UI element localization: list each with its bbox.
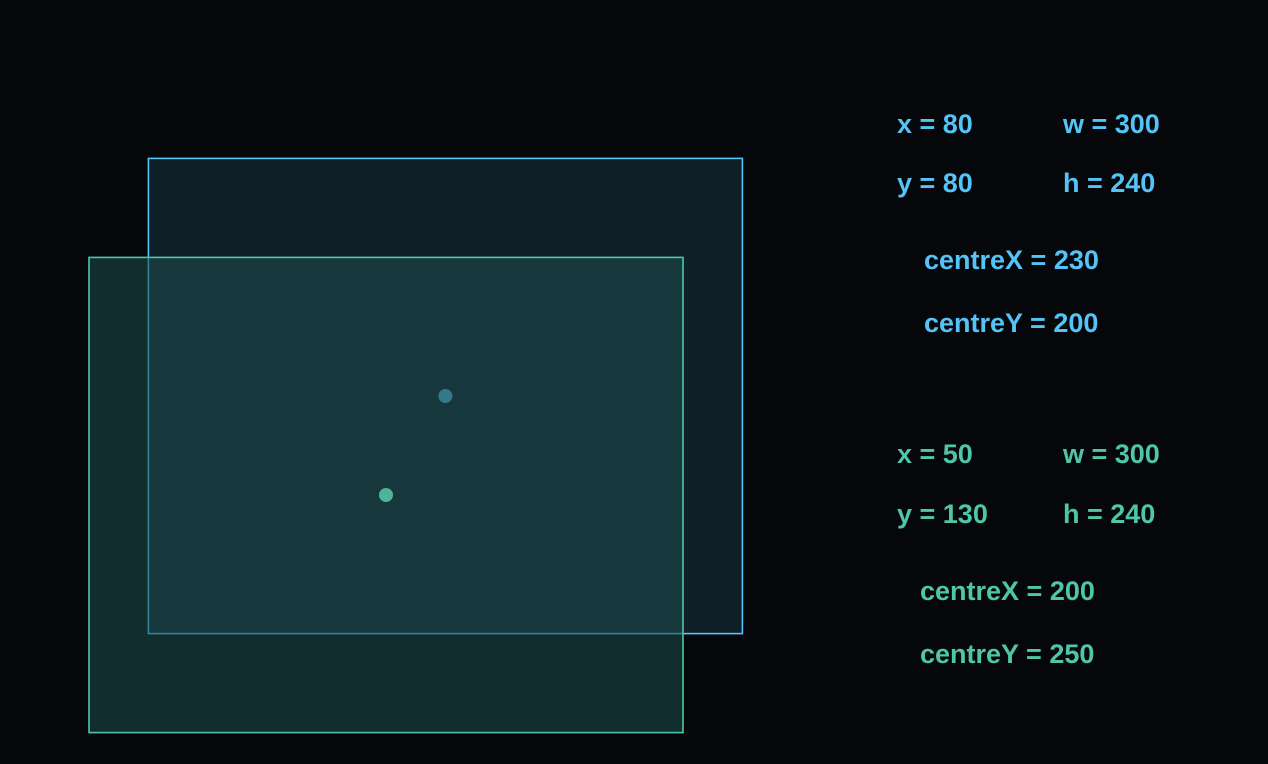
centre-dot-green — [379, 488, 393, 502]
green-centrex-label: centreX = 200 — [920, 576, 1095, 607]
blue-w-label: w = 300 — [1063, 109, 1160, 140]
green-w-label: w = 300 — [1063, 439, 1160, 470]
green-y-label: y = 130 — [897, 499, 988, 530]
blue-h-label: h = 240 — [1063, 168, 1155, 199]
green-centrey-label: centreY = 250 — [920, 639, 1094, 670]
blue-centrex-label: centreX = 230 — [924, 245, 1099, 276]
blue-x-label: x = 80 — [897, 109, 973, 140]
green-x-label: x = 50 — [897, 439, 973, 470]
blue-y-label: y = 80 — [897, 168, 973, 199]
blue-centrey-label: centreY = 200 — [924, 308, 1098, 339]
green-h-label: h = 240 — [1063, 499, 1155, 530]
